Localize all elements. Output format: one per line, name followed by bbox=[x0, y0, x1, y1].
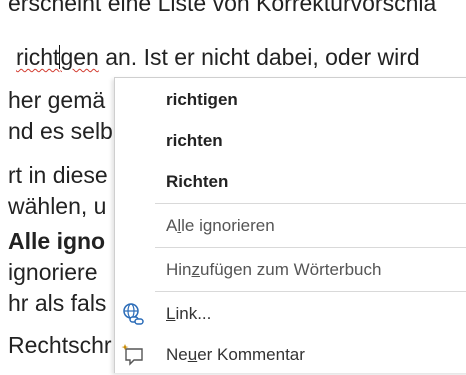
new-comment-item[interactable]: Neuer Kommentar bbox=[115, 335, 466, 375]
doc-line-2: richtgen an. Ist er nicht dabei, oder wi… bbox=[16, 44, 420, 70]
doc-line-6: wählen, u bbox=[8, 193, 107, 219]
menu-separator bbox=[155, 247, 466, 248]
add-to-dictionary-item[interactable]: Hinzufügen zum Wörterbuch bbox=[115, 250, 466, 290]
add-to-dictionary-label: Hinzufügen zum Wörterbuch bbox=[166, 260, 382, 279]
suggestion-label: richtigen bbox=[166, 90, 238, 109]
ignore-all-item[interactable]: Alle ignorieren bbox=[115, 206, 466, 246]
doc-line-7: Alle igno bbox=[8, 228, 106, 254]
suggestion-Richten[interactable]: Richten bbox=[115, 162, 466, 202]
ignore-all-label: Alle ignorieren bbox=[166, 216, 275, 235]
suggestion-richten[interactable]: richten bbox=[115, 121, 466, 161]
doc-line-10: Rechtschr bbox=[8, 332, 112, 358]
menu-separator bbox=[155, 203, 466, 204]
suggestion-label: richten bbox=[166, 131, 223, 150]
spelling-context-menu: richtigen richten Richten Alle ignoriere… bbox=[114, 77, 466, 373]
doc-line-3: her gemä bbox=[8, 87, 106, 113]
suggestion-richtigen[interactable]: richtigen bbox=[115, 80, 466, 120]
misspelled-word[interactable]: richtgen bbox=[16, 44, 99, 70]
doc-line-8: ignoriere bbox=[8, 259, 98, 285]
link-globe-icon bbox=[120, 301, 146, 327]
doc-line-4: nd es selb bbox=[8, 118, 113, 144]
menu-separator bbox=[155, 291, 466, 292]
doc-line-5: rt in diese bbox=[8, 162, 108, 188]
doc-line-1: erscheint eine Liste von Korrekturvorsch… bbox=[8, 0, 437, 16]
doc-line-9: hr als fals bbox=[8, 290, 107, 316]
suggestion-label: Richten bbox=[166, 172, 229, 191]
new-comment-icon bbox=[120, 342, 146, 368]
link-item[interactable]: Link... bbox=[115, 294, 466, 334]
link-label: Link... bbox=[166, 304, 212, 323]
new-comment-label: Neuer Kommentar bbox=[166, 345, 305, 364]
